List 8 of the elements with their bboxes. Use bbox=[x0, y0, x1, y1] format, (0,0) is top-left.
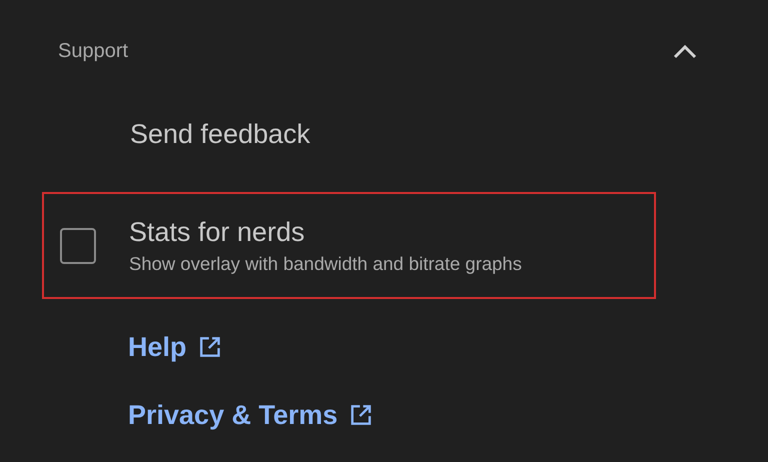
menu-item[interactable]: Send feedback bbox=[130, 118, 310, 150]
section-title: Support bbox=[58, 39, 128, 64]
checkbox[interactable] bbox=[60, 228, 96, 264]
chevron-icon[interactable] bbox=[672, 43, 698, 59]
option-title: Stats for nerds bbox=[129, 216, 306, 248]
external-link[interactable]: Help bbox=[128, 326, 223, 368]
external-link[interactable]: Privacy & Terms bbox=[128, 394, 374, 436]
option-description: Show overlay with bandwidth and bitrate graphs bbox=[129, 252, 522, 276]
